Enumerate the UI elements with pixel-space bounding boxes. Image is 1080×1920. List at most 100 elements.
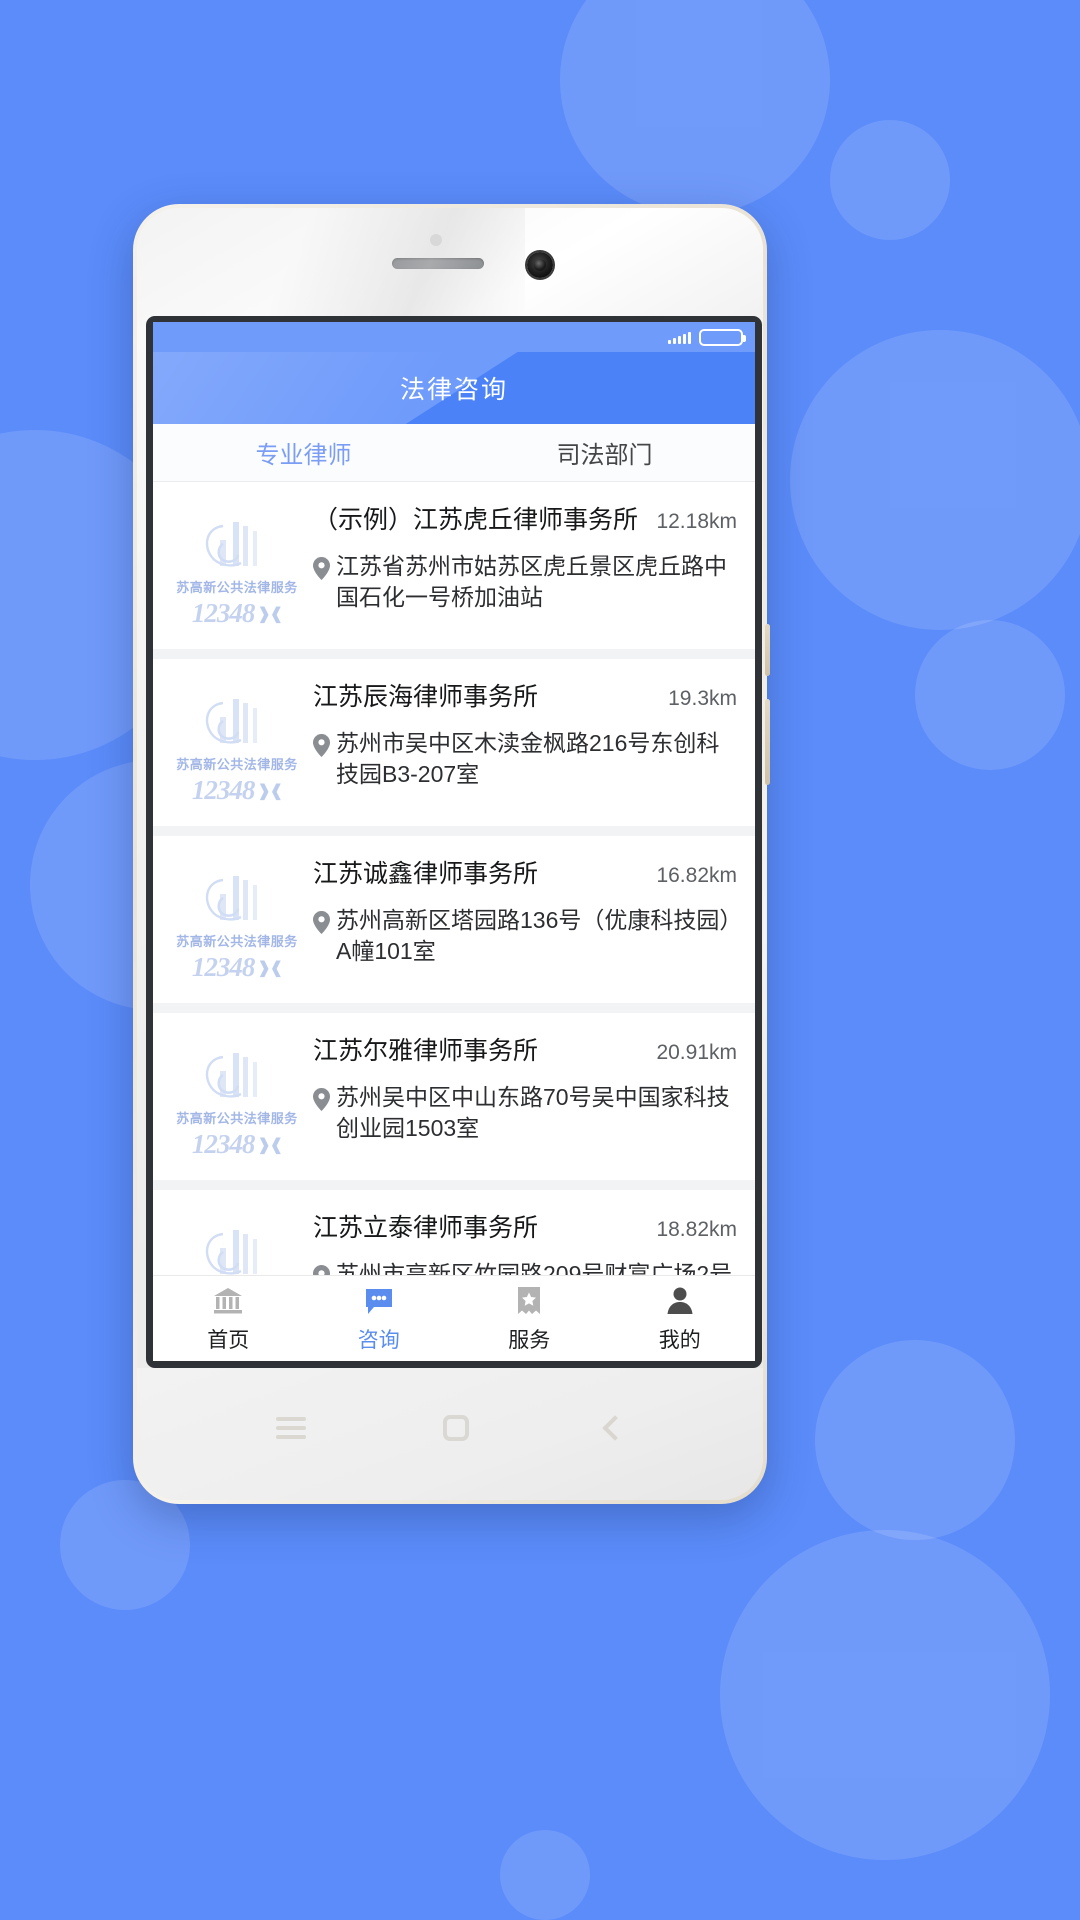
logo-caption: 苏高新公共法律服务: [176, 1111, 298, 1126]
segment-tabs: 专业律师 司法部门: [153, 424, 755, 482]
bank-icon: [212, 1284, 244, 1318]
decorative-bubble: [790, 330, 1080, 630]
location-pin-icon: [313, 1265, 330, 1275]
decorative-bubble: [560, 0, 830, 215]
logo-caption: 苏高新公共法律服务: [176, 934, 298, 949]
nav-label: 服务: [508, 1328, 551, 1352]
firm-address-row: 江苏省苏州市姑苏区虎丘景区虎丘路中国石化一号桥加油站: [313, 551, 737, 613]
firm-details: （示例）江苏虎丘律师事务所 12.18km 江苏省苏州市姑苏区虎丘景区虎丘路中国…: [313, 504, 737, 613]
suzhou-legal-service-logo: [193, 1224, 281, 1275]
logo-caption: 苏高新公共法律服务: [176, 580, 298, 595]
decorative-bubble: [500, 1830, 590, 1920]
nav-item-service[interactable]: 服务: [454, 1276, 605, 1361]
firm-address: 苏州市吴中区木渎金枫路216号东创科技园B3-207室: [336, 730, 720, 788]
power-button[interactable]: [765, 699, 770, 785]
firm-name: 江苏尔雅律师事务所: [313, 1037, 539, 1065]
firm-list-item[interactable]: 苏高新公共法律服务 12348 ❱❰ 江苏尔雅律师事务所 20.91km 苏州吴…: [153, 1013, 755, 1180]
device-navigation-bar: [137, 1368, 763, 1500]
firm-logo: 苏高新公共法律服务 12348 ❱❰: [171, 1212, 303, 1275]
page-background: 法律咨询 专业律师 司法部门 苏高新公共法律服务 12348 ❱❰ （示例）江苏…: [0, 0, 1080, 1920]
firm-list-item[interactable]: 苏高新公共法律服务 12348 ❱❰ 江苏诚鑫律师事务所 16.82km 苏州高…: [153, 836, 755, 1003]
swoosh-icon: ❱❰: [257, 605, 283, 623]
firm-name: 江苏立泰律师事务所: [313, 1214, 539, 1242]
firm-address-row: 苏州市吴中区木渎金枫路216号东创科技园B3-207室: [313, 728, 737, 790]
firm-distance: 18.82km: [656, 1218, 737, 1241]
nav-item-home[interactable]: 首页: [153, 1276, 304, 1361]
firm-logo: 苏高新公共法律服务 12348 ❱❰: [171, 504, 303, 629]
swoosh-icon: ❱❰: [257, 1136, 283, 1154]
firm-address: 苏州市高新区竹园路209号财富广场2号楼603室: [336, 1261, 733, 1275]
firm-logo: 苏高新公共法律服务 12348 ❱❰: [171, 681, 303, 806]
firm-list-item[interactable]: 苏高新公共法律服务 12348 ❱❰ 江苏立泰律师事务所 18.82km 苏州市…: [153, 1190, 755, 1275]
home-square-icon[interactable]: [442, 1415, 469, 1441]
firm-list-item[interactable]: 苏高新公共法律服务 12348 ❱❰ 江苏辰海律师事务所 19.3km 苏州市吴…: [153, 659, 755, 826]
chat-bubble-icon: [363, 1284, 395, 1318]
firm-address: 江苏省苏州市姑苏区虎丘景区虎丘路中国石化一号桥加油站: [336, 553, 727, 611]
firm-name: （示例）江苏虎丘律师事务所: [313, 506, 639, 534]
bookmark-star-icon: [513, 1284, 545, 1318]
suzhou-legal-service-logo: [193, 870, 281, 930]
firm-details: 江苏立泰律师事务所 18.82km 苏州市高新区竹园路209号财富广场2号楼60…: [313, 1212, 737, 1275]
logo-caption: 苏高新公共法律服务: [176, 757, 298, 772]
earpiece-speaker-icon: [392, 258, 484, 269]
firm-list[interactable]: 苏高新公共法律服务 12348 ❱❰ （示例）江苏虎丘律师事务所 12.18km…: [153, 482, 755, 1275]
proximity-sensor-icon: [430, 234, 442, 246]
firm-address-row: 苏州吴中区中山东路70号吴中国家科技创业园1503室: [313, 1082, 737, 1144]
suzhou-legal-service-logo: [193, 516, 281, 576]
location-pin-icon: [313, 557, 330, 580]
hotline-number: 12348: [191, 1129, 255, 1159]
firm-details: 江苏尔雅律师事务所 20.91km 苏州吴中区中山东路70号吴中国家科技创业园1…: [313, 1035, 737, 1144]
page-title: 法律咨询: [399, 376, 508, 404]
status-bar: [153, 322, 755, 352]
app-screen: 法律咨询 专业律师 司法部门 苏高新公共法律服务 12348 ❱❰ （示例）江苏…: [153, 322, 755, 1361]
firm-details: 江苏诚鑫律师事务所 16.82km 苏州高新区塔园路136号（优康科技园）A幢1…: [313, 858, 737, 967]
firm-logo: 苏高新公共法律服务 12348 ❱❰: [171, 858, 303, 983]
suzhou-legal-service-logo: [193, 693, 281, 753]
suzhou-legal-service-logo: [193, 1047, 281, 1107]
firm-list-item[interactable]: 苏高新公共法律服务 12348 ❱❰ （示例）江苏虎丘律师事务所 12.18km…: [153, 482, 755, 649]
back-chevron-icon[interactable]: [602, 1415, 629, 1441]
hotline-number: 12348: [191, 775, 255, 805]
logo-hotline: 12348 ❱❰: [191, 598, 283, 629]
decorative-bubble: [915, 620, 1065, 770]
hotline-number: 12348: [191, 952, 255, 982]
signal-bars-icon: [668, 331, 691, 344]
firm-distance: 19.3km: [668, 687, 737, 710]
firm-address-row: 苏州市高新区竹园路209号财富广场2号楼603室: [313, 1259, 737, 1275]
swoosh-icon: ❱❰: [257, 959, 283, 977]
nav-label: 我的: [658, 1328, 701, 1352]
phone-top-bezel: [137, 208, 763, 326]
bottom-navigation: 首页 咨询 服务 我的: [153, 1275, 755, 1361]
firm-logo: 苏高新公共法律服务 12348 ❱❰: [171, 1035, 303, 1160]
logo-hotline: 12348 ❱❰: [191, 1129, 283, 1160]
tab-judicial-departments[interactable]: 司法部门: [454, 424, 755, 481]
location-pin-icon: [313, 734, 330, 757]
logo-hotline: 12348 ❱❰: [191, 775, 283, 806]
person-icon: [664, 1284, 696, 1318]
front-camera-icon: [527, 252, 553, 278]
nav-item-consult[interactable]: 咨询: [304, 1276, 455, 1361]
app-header: 法律咨询: [153, 352, 755, 424]
logo-hotline: 12348 ❱❰: [191, 952, 283, 983]
decorative-bubble: [720, 1530, 1050, 1860]
location-pin-icon: [313, 1088, 330, 1111]
swoosh-icon: ❱❰: [257, 782, 283, 800]
nav-item-mine[interactable]: 我的: [605, 1276, 756, 1361]
decorative-bubble: [830, 120, 950, 240]
menu-icon[interactable]: [275, 1417, 306, 1439]
firm-address: 苏州吴中区中山东路70号吴中国家科技创业园1503室: [336, 1084, 730, 1142]
firm-details: 江苏辰海律师事务所 19.3km 苏州市吴中区木渎金枫路216号东创科技园B3-…: [313, 681, 737, 790]
nav-label: 首页: [207, 1328, 250, 1352]
volume-button[interactable]: [765, 624, 770, 676]
firm-address: 苏州高新区塔园路136号（优康科技园）A幢101室: [336, 907, 731, 965]
firm-name: 江苏诚鑫律师事务所: [313, 860, 539, 888]
battery-icon: [699, 328, 746, 346]
phone-mockup: 法律咨询 专业律师 司法部门 苏高新公共法律服务 12348 ❱❰ （示例）江苏…: [133, 204, 770, 1504]
hotline-number: 12348: [191, 598, 255, 628]
firm-distance: 20.91km: [656, 1041, 737, 1064]
decorative-bubble: [815, 1340, 1015, 1540]
tab-professional-lawyers[interactable]: 专业律师: [153, 424, 454, 481]
location-pin-icon: [313, 911, 330, 934]
nav-label: 咨询: [357, 1328, 400, 1352]
firm-distance: 16.82km: [656, 864, 737, 887]
